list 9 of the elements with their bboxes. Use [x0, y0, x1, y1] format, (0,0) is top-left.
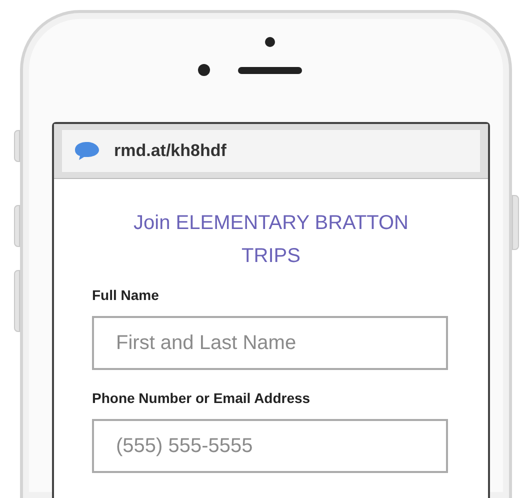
- url-field[interactable]: rmd.at/kh8hdf: [62, 130, 480, 172]
- field-label: Full Name: [92, 286, 160, 305]
- field-label: Phone Number or Email Address: [92, 389, 312, 408]
- url-text: rmd.at/kh8hdf: [114, 140, 226, 162]
- input-field[interactable]: (555) 555-5555: [92, 419, 448, 473]
- form-title: Join ELEMENTARY BRATTON TRIPS: [132, 211, 410, 269]
- speaker-slot: [238, 67, 302, 74]
- input-field[interactable]: First and Last Name: [92, 316, 448, 370]
- chat-bubble-icon: [74, 140, 100, 162]
